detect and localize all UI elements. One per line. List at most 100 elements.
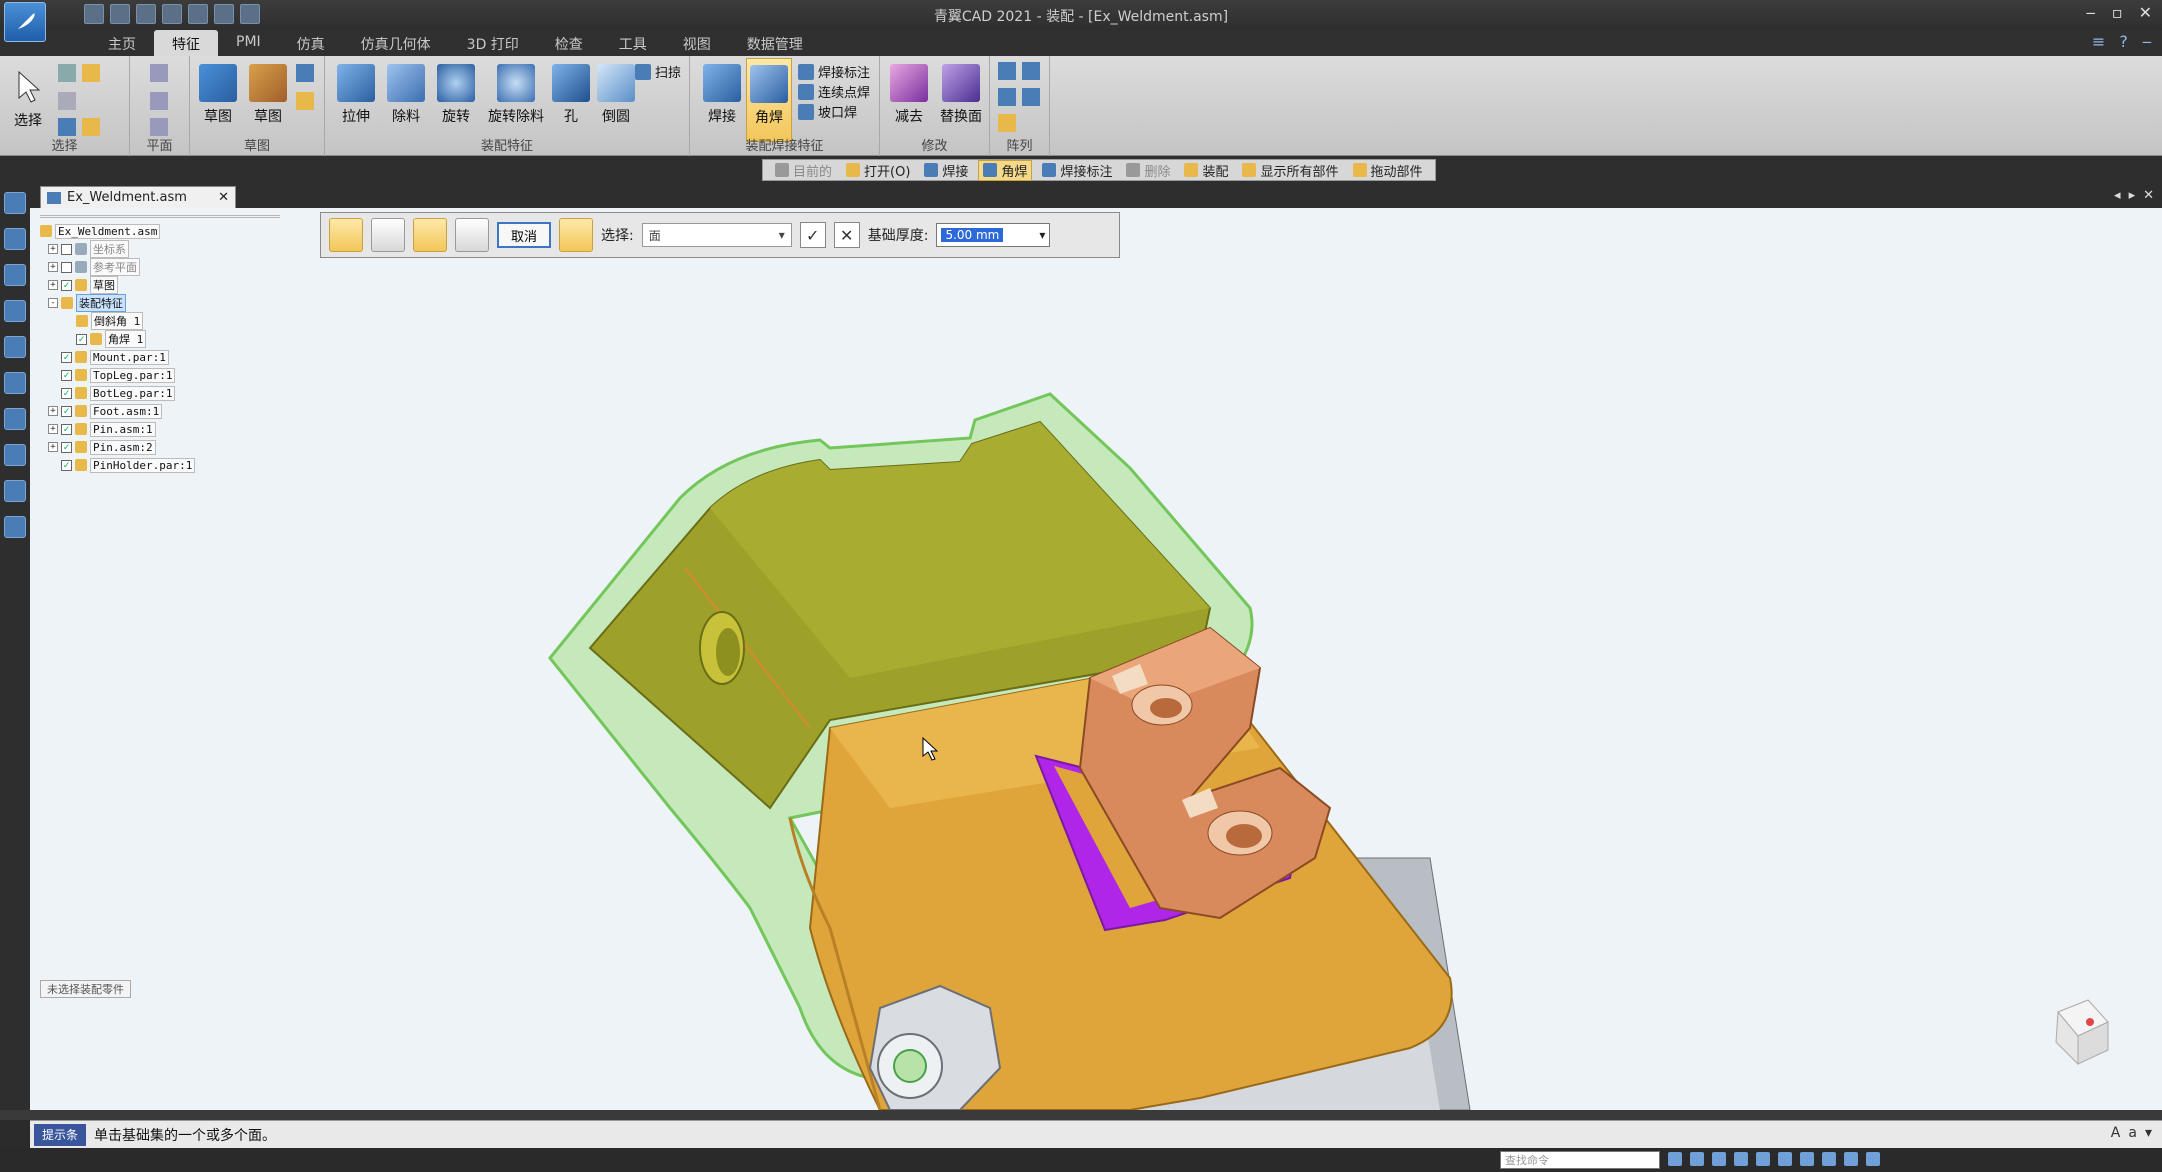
select-lock-icon[interactable] (82, 64, 100, 82)
cut-button[interactable]: 除料 (383, 64, 429, 126)
cmd-drag-part[interactable]: 拖动部件 (1349, 161, 1427, 180)
font-size-down-icon[interactable]: a (2128, 1125, 2137, 1141)
pan-icon[interactable] (1734, 1152, 1748, 1166)
tree-item[interactable]: + 坐标系 (40, 240, 320, 258)
tab-sim-geometry[interactable]: 仿真几何体 (343, 30, 449, 56)
tab-next-icon[interactable]: ▸ (2129, 188, 2136, 203)
wrench-icon[interactable] (4, 408, 26, 430)
cmd-open[interactable]: 打开(O) (842, 161, 914, 180)
visibility-checkbox[interactable]: ✓ (61, 441, 72, 453)
tab-simulation[interactable]: 仿真 (279, 30, 343, 56)
mirror-icon[interactable] (998, 88, 1016, 106)
pattern-icon[interactable] (998, 62, 1016, 80)
expand-toggle[interactable]: + (48, 442, 58, 452)
sketch-tool2-icon[interactable] (296, 92, 314, 110)
pattern3-icon[interactable] (1022, 88, 1040, 106)
sweep-button[interactable]: 扫掠 (635, 62, 681, 81)
rotate-icon[interactable] (1756, 1152, 1770, 1166)
appearance-icon[interactable] (4, 372, 26, 394)
model-scene[interactable] (30, 208, 2162, 1110)
hole-button[interactable]: 孔 (551, 64, 591, 126)
step-preview-button[interactable] (455, 218, 489, 252)
tab-data-management[interactable]: 数据管理 (729, 30, 821, 56)
tree-item[interactable]: ✓ Mount.par:1 (40, 348, 320, 366)
pathfinder-icon[interactable] (4, 192, 26, 214)
visibility-checkbox[interactable]: ✓ (61, 423, 72, 435)
tree-item[interactable]: - 装配特征 (40, 294, 320, 312)
fillet-weld-button[interactable]: 角焊 (746, 58, 792, 142)
tab-tools[interactable]: 工具 (601, 30, 665, 56)
visibility-checkbox[interactable] (61, 261, 72, 273)
tree-item[interactable]: ✓ 角焊 1 (40, 330, 320, 348)
reject-button[interactable]: ✕ (833, 222, 860, 248)
fit-icon[interactable] (1712, 1152, 1726, 1166)
cancel-button[interactable]: 取消 (497, 222, 552, 248)
select-tool2-icon[interactable] (82, 118, 100, 136)
cmd-assemble[interactable]: 装配 (1180, 161, 1232, 180)
cmd-show-all-parts[interactable]: 显示所有部件 (1238, 161, 1342, 180)
base-thickness-combo[interactable]: 5.00 mm ▾ (936, 223, 1051, 247)
tree-item[interactable]: + ✓ Foot.asm:1 (40, 402, 320, 420)
accept-button[interactable]: ✓ (799, 222, 826, 248)
tab-pmi[interactable]: PMI (218, 30, 279, 56)
select-filter-icon[interactable] (58, 92, 76, 110)
tree-root[interactable]: Ex_Weldment.asm (40, 222, 320, 240)
tab-prev-icon[interactable]: ◂ (2114, 188, 2121, 203)
cmd-weld-mark[interactable]: 焊接标注 (1038, 161, 1116, 180)
groove-weld-button[interactable]: 坡口焊 (798, 102, 857, 121)
section-icon[interactable] (1844, 1152, 1858, 1166)
extrude-button[interactable]: 拉伸 (333, 64, 379, 126)
expand-toggle[interactable]: + (48, 280, 58, 290)
step-weld-face-button[interactable] (413, 218, 447, 252)
visibility-checkbox[interactable]: ✓ (61, 279, 72, 291)
view-cube-icon[interactable] (2038, 992, 2118, 1072)
tab-home[interactable]: 主页 (90, 30, 154, 56)
plane3-icon[interactable] (150, 118, 168, 136)
plane-icon[interactable] (150, 64, 168, 82)
layout-icon[interactable]: ≡ (2092, 32, 2105, 51)
pattern4-icon[interactable] (998, 114, 1016, 132)
step-options-button[interactable] (371, 218, 405, 252)
maximize-icon[interactable]: ▫ (2112, 3, 2123, 22)
tree-item[interactable]: + ✓ Pin.asm:2 (40, 438, 320, 456)
step-select-face-button[interactable] (329, 218, 363, 252)
visibility-checkbox[interactable]: ✓ (61, 369, 72, 381)
cmd-weld[interactable]: 焊接 (920, 161, 972, 180)
tab-inspect[interactable]: 检查 (537, 30, 601, 56)
shading-icon[interactable] (1800, 1152, 1814, 1166)
weld-mark-button[interactable]: 焊接标注 (798, 62, 870, 81)
document-tab[interactable]: Ex_Weldment.asm ✕ (40, 186, 236, 208)
family-icon[interactable] (4, 300, 26, 322)
tree-item[interactable]: 倒斜角 1 (40, 312, 320, 330)
expand-toggle[interactable]: + (48, 244, 58, 254)
sketch-button[interactable]: 草图 (198, 64, 238, 126)
round-button[interactable]: 倒圆 (593, 64, 639, 126)
revolve-button[interactable]: 旋转 (433, 64, 479, 126)
weld-options-button[interactable] (559, 218, 594, 252)
assembly-filter[interactable]: 未选择装配零件 (40, 980, 131, 998)
close-tab-icon[interactable]: ✕ (218, 190, 229, 205)
expand-toggle[interactable]: + (48, 262, 58, 272)
revolve-cut-button[interactable]: 旋转除料 (485, 64, 547, 126)
tree-item[interactable]: + 参考平面 (40, 258, 320, 276)
zoom-icon[interactable] (1690, 1152, 1704, 1166)
visibility-checkbox[interactable]: ✓ (61, 387, 72, 399)
expand-toggle[interactable]: + (48, 406, 58, 416)
tab-view[interactable]: 视图 (665, 30, 729, 56)
visibility-checkbox[interactable]: ✓ (61, 459, 72, 471)
sensors-icon[interactable] (4, 336, 26, 358)
pattern2-icon[interactable] (1022, 62, 1040, 80)
weld-button[interactable]: 焊接 (702, 64, 742, 126)
select-set-icon[interactable] (4, 480, 26, 502)
library-icon[interactable] (4, 264, 26, 286)
sketch-tool-icon[interactable] (296, 64, 314, 82)
visibility-checkbox[interactable]: ✓ (61, 405, 72, 417)
dock-icon[interactable]: ▾ (2145, 1125, 2152, 1141)
subtract-button[interactable]: 减去 (886, 64, 932, 126)
visibility-checkbox[interactable] (61, 243, 72, 255)
select-button[interactable]: 选择 (8, 68, 48, 130)
plane2-icon[interactable] (150, 92, 168, 110)
help-icon[interactable]: ? (2119, 32, 2128, 51)
zoom-area-icon[interactable] (1668, 1152, 1682, 1166)
app-logo-button[interactable] (4, 2, 46, 42)
